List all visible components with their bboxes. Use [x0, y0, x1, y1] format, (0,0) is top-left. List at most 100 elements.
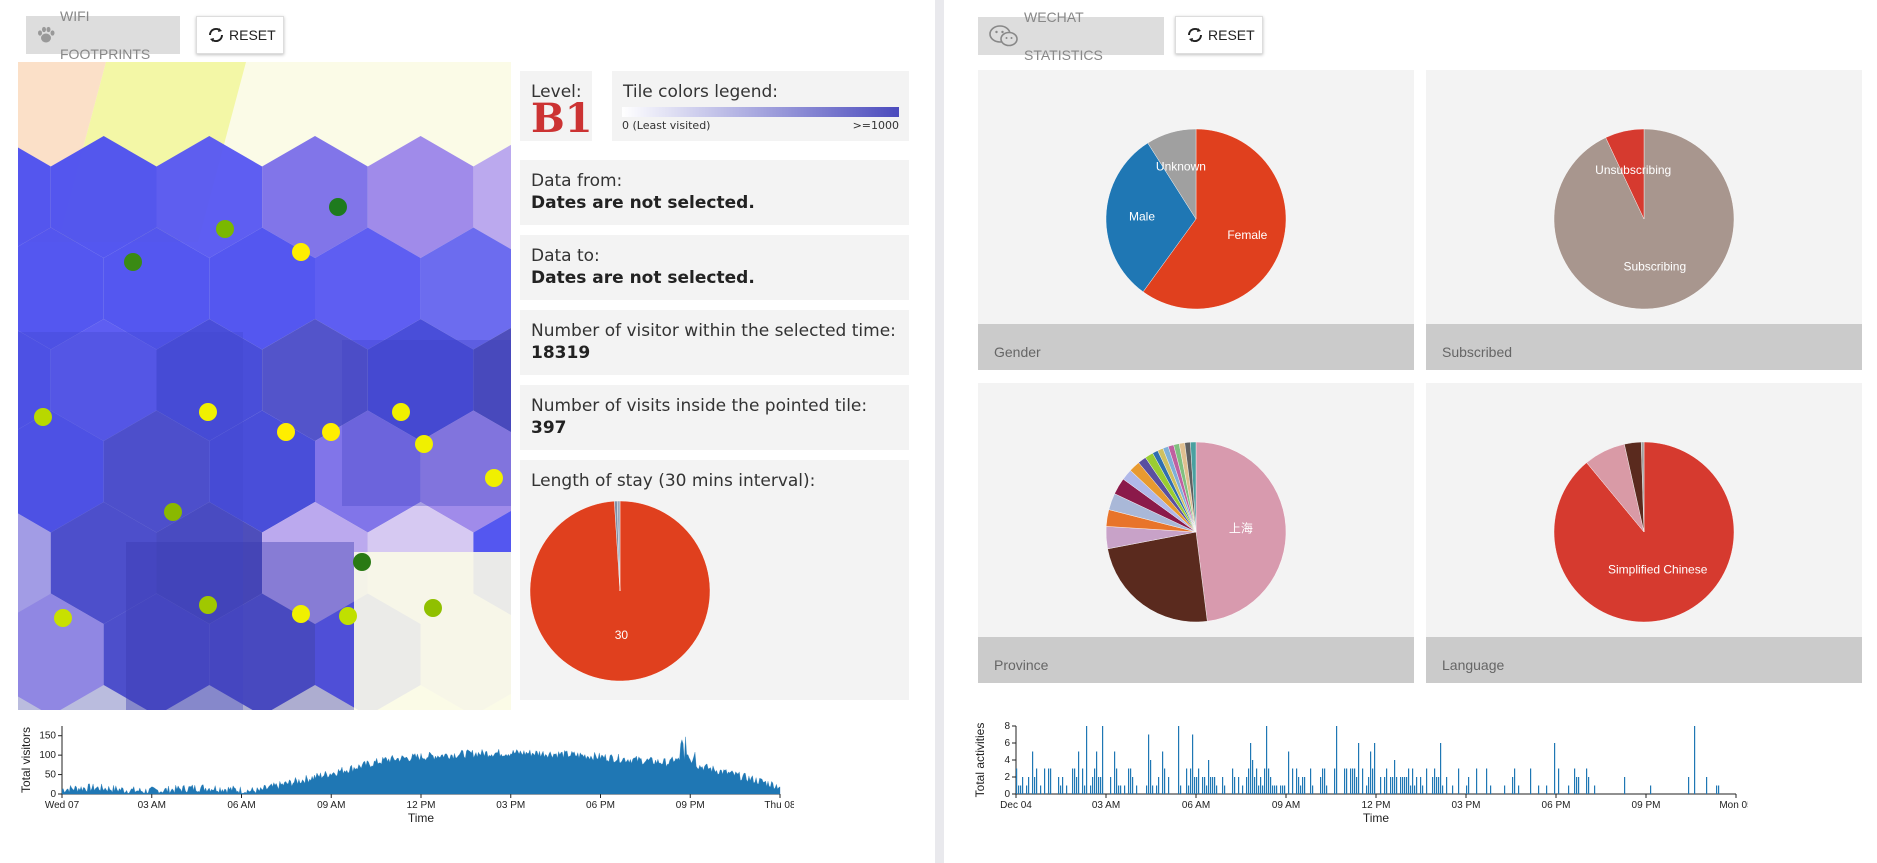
activity-bar: [1324, 768, 1326, 794]
x-tick-label: 09 AM: [1272, 800, 1300, 811]
activity-bar: [1242, 785, 1244, 794]
visitor-dot[interactable]: [329, 198, 347, 216]
activity-bar: [1116, 768, 1118, 794]
floor-heatmap[interactable]: [18, 62, 511, 710]
visitor-dot[interactable]: [277, 423, 295, 441]
stay-pie-chart: 30: [529, 500, 711, 682]
activity-bar: [1268, 768, 1270, 794]
visitor-dot[interactable]: [54, 609, 72, 627]
visitor-dot[interactable]: [199, 403, 217, 421]
activity-bar: [1408, 768, 1410, 794]
activity-bar: [1018, 785, 1020, 794]
activity-bar: [1538, 785, 1540, 794]
activity-bar: [1270, 777, 1272, 794]
activity-bar: [1594, 785, 1596, 794]
activity-bar: [1092, 777, 1094, 794]
paw-icon: [36, 26, 56, 44]
activity-bar: [1514, 768, 1516, 794]
legend-title: Tile colors legend:: [623, 82, 779, 102]
activity-bar: [1410, 785, 1412, 794]
visitor-dot[interactable]: [292, 243, 310, 261]
activity-bar: [1058, 777, 1060, 794]
activity-bar: [1546, 785, 1548, 794]
activity-bar: [1312, 785, 1314, 794]
x-tick-label: 06 PM: [586, 800, 615, 811]
visitor-dot[interactable]: [216, 220, 234, 238]
activity-bar: [1274, 785, 1276, 794]
activity-timeline-svg: 0 2 4 6 8 Dec 04 03 AM 06 AM 09 AM 12 PM 03 PM 06 P…: [973, 721, 1748, 825]
activity-bar: [1372, 768, 1374, 794]
activity-bar: [1028, 777, 1030, 794]
activity-bar: [1422, 785, 1424, 794]
legend-gradient-bar: [622, 107, 899, 117]
visitor-dot[interactable]: [392, 403, 410, 421]
x-axis-title: Time: [408, 811, 435, 825]
activity-bar: [1118, 785, 1120, 794]
visitor-dot[interactable]: [199, 596, 217, 614]
visitor-dot[interactable]: [124, 253, 142, 271]
activity-bar: [1288, 751, 1290, 794]
visitor-timeline[interactable]: 0 50 100 150 Wed 07 03 AM 06 AM 09 AM 12 PM 03 PM…: [14, 718, 794, 828]
activity-bar: [1044, 768, 1046, 794]
wechat-reset-button[interactable]: RESET: [1175, 16, 1263, 54]
activity-bar: [1178, 726, 1180, 794]
map-zone-overlay: [354, 552, 511, 710]
visitor-dot[interactable]: [424, 599, 442, 617]
visitor-dot[interactable]: [353, 553, 371, 571]
activity-bar: [1120, 785, 1122, 794]
activity-bar: [1246, 777, 1248, 794]
tile-color-legend: Tile colors legend: 0 (Least visited) >=…: [612, 71, 909, 141]
visitor-dot[interactable]: [164, 503, 182, 521]
wechat-statistics-button[interactable]: WECHAT STATISTICS: [978, 9, 1164, 63]
gender-pie-chart: Female Male Unknown: [1105, 128, 1287, 310]
visitor-count-value: 18319: [531, 343, 591, 363]
visitor-dot[interactable]: [322, 423, 340, 441]
x-tick-label: 09 PM: [1632, 800, 1661, 811]
activity-timeline[interactable]: 0 2 4 6 8 Dec 04 03 AM 06 AM 09 AM 12 PM 03 PM 06 P…: [968, 718, 1748, 828]
activity-bar: [1198, 768, 1200, 794]
data-to-value: Dates are not selected.: [531, 268, 755, 288]
activity-bar: [1392, 777, 1394, 794]
y-tick-label: 0: [50, 789, 56, 800]
visitor-dot[interactable]: [34, 408, 52, 426]
activity-bar: [1292, 768, 1294, 794]
activity-bar: [1202, 777, 1204, 794]
activity-bar: [1404, 777, 1406, 794]
visitor-dot[interactable]: [485, 469, 503, 487]
gender-card[interactable]: Female Male Unknown Gender: [978, 70, 1414, 370]
wifi-reset-button[interactable]: RESET: [196, 16, 284, 54]
activity-bar: [1146, 785, 1148, 794]
x-axis-title: Time: [1363, 811, 1390, 825]
activity-bar: [1504, 785, 1506, 794]
gender-card-title: Gender: [978, 324, 1414, 370]
activity-bar: [1206, 785, 1208, 794]
tile-visits-value: 397: [531, 418, 567, 438]
data-from-value: Dates are not selected.: [531, 193, 755, 213]
activity-bar: [1416, 777, 1418, 794]
activity-bar: [1250, 743, 1252, 794]
activity-bar: [1362, 768, 1364, 794]
subscribed-card[interactable]: Subscribing Unsubscribing Subscribed: [1426, 70, 1862, 370]
activity-bar: [1096, 751, 1098, 794]
wechat-reset-label: RESET: [1208, 27, 1255, 43]
activity-bar: [1150, 760, 1152, 794]
activity-bar: [1110, 777, 1112, 794]
visitor-dot[interactable]: [339, 607, 357, 625]
province-card-title: Province: [978, 637, 1414, 683]
activity-bar: [1402, 777, 1404, 794]
visitor-dot[interactable]: [415, 435, 433, 453]
data-to-box: Data to: Dates are not selected.: [520, 235, 909, 300]
activity-bar: [1518, 785, 1520, 794]
activity-bar: [1190, 768, 1192, 794]
activity-bar: [1706, 777, 1708, 794]
y-tick-label: 100: [39, 750, 56, 761]
language-card[interactable]: Simplified Chinese Language: [1426, 383, 1862, 683]
wifi-footprints-button[interactable]: WIFI FOOTPRINTS: [26, 8, 180, 62]
province-card[interactable]: 上海 Province: [978, 383, 1414, 683]
activity-bar: [1420, 777, 1422, 794]
activity-bar: [1438, 777, 1440, 794]
visitor-dot[interactable]: [292, 605, 310, 623]
activity-bar: [1062, 777, 1064, 794]
activity-bar: [1446, 777, 1448, 794]
activity-bar: [1060, 785, 1062, 794]
